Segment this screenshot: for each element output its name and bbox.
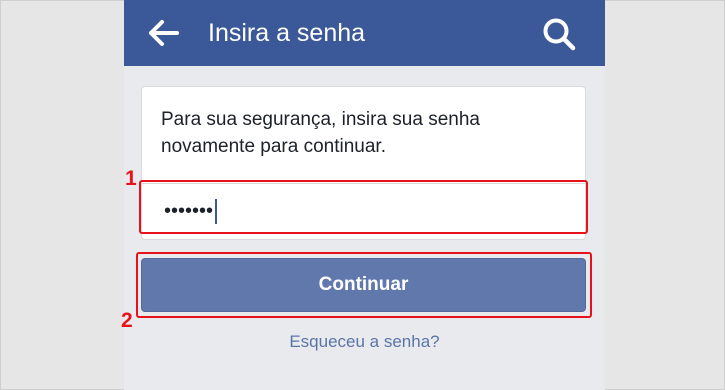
page-title: Insira a senha xyxy=(208,19,366,47)
annotation-label-2: 2 xyxy=(121,309,133,332)
annotation-box-2 xyxy=(136,252,592,318)
forgot-password-link[interactable]: Esqueceu a senha? xyxy=(124,330,605,354)
search-button[interactable] xyxy=(540,15,580,55)
annotation-box-1 xyxy=(139,180,588,234)
annotation-label-1: 1 xyxy=(125,167,137,190)
search-icon xyxy=(543,18,576,51)
instruction-text: Para sua segurança, insira sua senha nov… xyxy=(161,109,480,157)
arrow-left-icon xyxy=(149,20,179,46)
top-bar: Insira a senha xyxy=(124,0,605,66)
back-button[interactable] xyxy=(146,17,182,49)
